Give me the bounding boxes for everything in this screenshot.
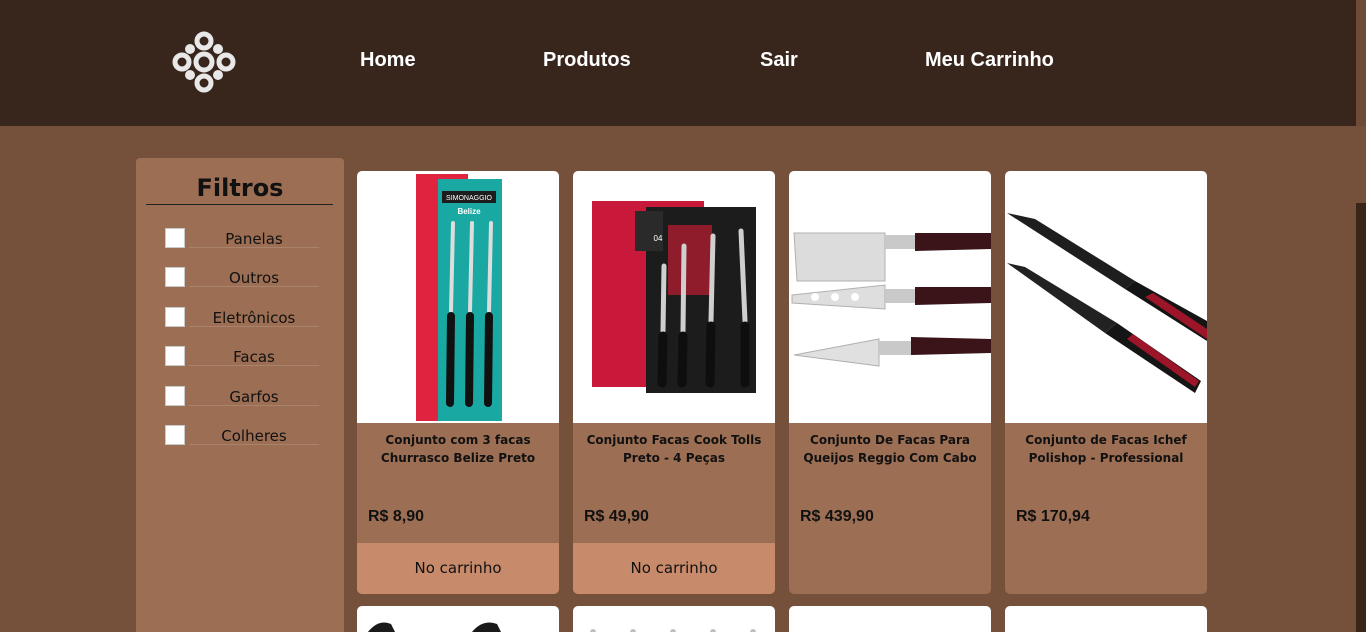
product-title[interactable]: Conjunto De Facas Para Queijos Reggio Co… — [799, 431, 981, 467]
filter-underline — [189, 286, 319, 287]
knife-set-box-icon: 04 — [592, 201, 756, 393]
pack-model: Belize — [457, 207, 481, 216]
filter-checkbox[interactable] — [165, 307, 185, 327]
filter-checkbox[interactable] — [165, 228, 185, 248]
filter-label: Outros — [228, 269, 280, 287]
product-image-icon — [590, 629, 756, 632]
knife-set-pack-icon: SIMONAGGIO Belize — [416, 174, 502, 421]
filter-label: Garfos — [229, 388, 279, 406]
filter-label: Facas — [233, 348, 275, 366]
scrollbar-track[interactable] — [1356, 0, 1366, 126]
cheese-knives-icon — [791, 232, 991, 367]
filter-item-eletronicos[interactable]: Eletrônicos — [164, 307, 319, 329]
scrollbar-thumb[interactable] — [1356, 203, 1366, 632]
header: Home Produtos Sair Meu Carrinho — [0, 0, 1356, 126]
filter-item-facas[interactable]: Facas — [164, 346, 319, 368]
chef-knives-icon — [1007, 213, 1207, 393]
product-price: R$ 8,90 — [368, 508, 425, 525]
product-image[interactable] — [789, 171, 991, 423]
product-card[interactable]: Conjunto De Facas Para Queijos Reggio Co… — [789, 171, 991, 594]
filter-checkbox[interactable] — [165, 386, 185, 406]
filter-divider — [146, 204, 333, 205]
product-price: R$ 49,90 — [584, 508, 649, 525]
in-cart-button[interactable]: No carrinho — [573, 543, 775, 594]
filter-underline — [189, 405, 319, 406]
nav-home[interactable]: Home — [360, 49, 416, 72]
filter-underline — [189, 247, 319, 248]
product-card[interactable]: Conjunto de Facas Ichef Polishop - Profe… — [1005, 171, 1207, 594]
logo-icon[interactable] — [170, 29, 238, 95]
filter-item-panelas[interactable]: Panelas — [164, 228, 319, 250]
product-card-partial[interactable] — [1005, 606, 1207, 632]
pack-brand: SIMONAGGIO — [446, 195, 492, 202]
product-card[interactable]: 04 Conjunto Facas Cook Tolls Preto - 4 P… — [573, 171, 775, 594]
filter-item-colheres[interactable]: Colheres — [164, 425, 319, 447]
product-price: R$ 439,90 — [800, 508, 874, 525]
product-card-partial[interactable] — [789, 606, 991, 632]
filter-title: Filtros — [196, 174, 284, 202]
filter-checkbox[interactable] — [165, 346, 185, 366]
filter-underline — [189, 326, 319, 327]
product-title[interactable]: Conjunto Facas Cook Tolls Preto - 4 Peça… — [583, 431, 765, 467]
nav-meu-carrinho[interactable]: Meu Carrinho — [925, 49, 1054, 72]
product-image[interactable]: 04 — [573, 171, 775, 423]
product-image-icon — [367, 622, 501, 632]
product-image[interactable]: SIMONAGGIO Belize — [357, 171, 559, 423]
nav-produtos[interactable]: Produtos — [543, 49, 631, 72]
product-title[interactable]: Conjunto de Facas Ichef Polishop - Profe… — [1015, 431, 1197, 467]
filter-item-garfos[interactable]: Garfos — [164, 386, 319, 408]
filter-underline — [189, 365, 319, 366]
product-price: R$ 170,94 — [1016, 508, 1090, 525]
product-card[interactable]: SIMONAGGIO Belize Conjunto com 3 facas C… — [357, 171, 559, 594]
in-cart-button[interactable]: No carrinho — [357, 543, 559, 594]
filter-underline — [189, 444, 319, 445]
filter-panel: Filtros Panelas Outros Eletrônicos Facas… — [136, 158, 344, 632]
nav-sair[interactable]: Sair — [760, 49, 798, 72]
product-card-partial[interactable] — [573, 606, 775, 632]
filter-checkbox[interactable] — [165, 267, 185, 287]
product-card-partial[interactable] — [357, 606, 559, 632]
filter-label: Colheres — [221, 427, 287, 445]
filter-checkbox[interactable] — [165, 425, 185, 445]
product-image[interactable] — [1005, 171, 1207, 423]
filter-label: Eletrônicos — [212, 309, 296, 327]
box-badge: 04 — [654, 234, 663, 243]
filter-item-outros[interactable]: Outros — [164, 267, 319, 289]
filter-label: Panelas — [225, 230, 283, 248]
product-title[interactable]: Conjunto com 3 facas Churrasco Belize Pr… — [367, 431, 549, 467]
